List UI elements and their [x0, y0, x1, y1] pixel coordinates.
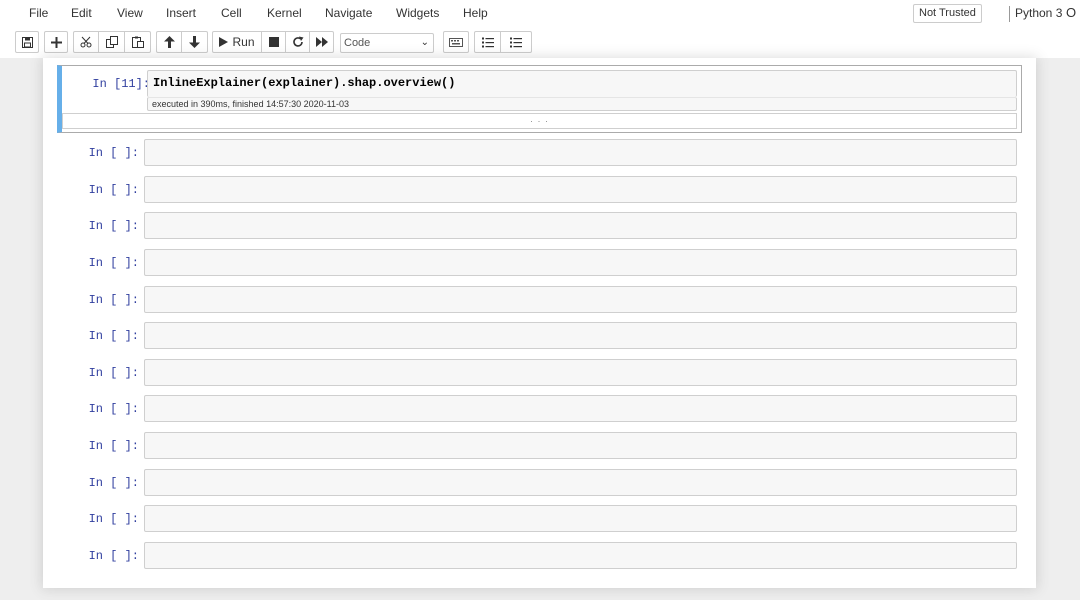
cell-prompt: In [ ]: [88, 402, 139, 416]
save-icon [21, 36, 33, 48]
menu-file[interactable]: File [29, 6, 48, 20]
cut-button[interactable] [73, 31, 99, 53]
code-input[interactable] [144, 249, 1017, 276]
save-button[interactable] [15, 31, 39, 53]
arrow-up-icon [163, 36, 175, 48]
menubar: File Edit View Insert Cell Kernel Naviga… [0, 0, 1080, 28]
menu-insert[interactable]: Insert [166, 6, 196, 20]
play-icon [219, 37, 229, 47]
kernel-divider [1009, 6, 1010, 22]
kernel-status-indicator: O [1066, 5, 1077, 20]
trust-status-button[interactable]: Not Trusted [913, 4, 982, 23]
menu-kernel[interactable]: Kernel [267, 6, 302, 20]
list-icon [510, 37, 522, 48]
code-input[interactable] [144, 139, 1017, 166]
command-palette-button[interactable] [443, 31, 469, 53]
toc-numbered-button[interactable] [474, 31, 501, 53]
code-input[interactable] [144, 505, 1017, 532]
code-input[interactable] [144, 432, 1017, 459]
paste-icon [131, 36, 144, 48]
cell-prompt: In [ ]: [88, 293, 139, 307]
menu-edit[interactable]: Edit [71, 6, 92, 20]
run-label: Run [232, 35, 255, 49]
stop-icon [268, 37, 279, 47]
code-source: InlineExplainer(explainer).shap.overview… [153, 76, 456, 90]
menu-widgets[interactable]: Widgets [396, 6, 439, 20]
move-up-button[interactable] [156, 31, 182, 53]
cell-prompt: In [ ]: [88, 549, 139, 563]
code-input[interactable] [144, 176, 1017, 203]
copy-button[interactable] [99, 31, 125, 53]
copy-icon [105, 36, 118, 48]
code-input[interactable] [144, 322, 1017, 349]
list-numbered-icon [481, 37, 494, 48]
keyboard-icon [449, 37, 463, 47]
restart-run-all-button[interactable] [310, 31, 334, 53]
code-input[interactable] [144, 469, 1017, 496]
notebook-container: In [11]: InlineExplainer(explainer).shap… [43, 58, 1036, 588]
cell-prompt: In [ ]: [88, 476, 139, 490]
cell-prompt: In [ ]: [88, 366, 139, 380]
move-down-button[interactable] [182, 31, 208, 53]
code-input[interactable] [144, 286, 1017, 313]
cell-type-select[interactable]: Code ⌄ [340, 33, 434, 53]
code-input[interactable] [144, 212, 1017, 239]
menu-navigate[interactable]: Navigate [325, 6, 372, 20]
menu-cell[interactable]: Cell [221, 6, 242, 20]
paste-button[interactable] [125, 31, 151, 53]
chevron-down-icon: ⌄ [420, 37, 429, 48]
selected-code-cell[interactable]: In [11]: InlineExplainer(explainer).shap… [57, 65, 1022, 133]
execution-time: executed in 390ms, finished 14:57:30 202… [152, 99, 349, 109]
cell-prompt: In [ ]: [88, 329, 139, 343]
fast-forward-icon [315, 37, 328, 47]
restart-icon [292, 36, 304, 48]
execution-info-bar: executed in 390ms, finished 14:57:30 202… [147, 97, 1017, 111]
menu-view[interactable]: View [117, 6, 143, 20]
code-input[interactable] [144, 542, 1017, 569]
toc-button[interactable] [501, 31, 532, 53]
collapsed-output[interactable]: · · · [62, 113, 1017, 129]
run-button[interactable]: Run [212, 31, 262, 53]
cell-prompt: In [11]: [92, 77, 150, 91]
kernel-name[interactable]: Python 3 [1015, 6, 1062, 20]
cell-prompt: In [ ]: [88, 256, 139, 270]
cell-prompt: In [ ]: [88, 439, 139, 453]
code-input[interactable] [144, 395, 1017, 422]
arrow-down-icon [189, 36, 200, 48]
restart-button[interactable] [286, 31, 310, 53]
insert-cell-button[interactable] [44, 31, 68, 53]
menu-help[interactable]: Help [463, 6, 488, 20]
scissors-icon [80, 36, 92, 48]
plus-icon [50, 36, 62, 48]
interrupt-button[interactable] [262, 31, 286, 53]
cell-prompt: In [ ]: [88, 183, 139, 197]
cell-prompt: In [ ]: [88, 219, 139, 233]
cell-prompt: In [ ]: [88, 146, 139, 160]
code-input[interactable]: InlineExplainer(explainer).shap.overview… [147, 70, 1017, 97]
cell-prompt: In [ ]: [88, 512, 139, 526]
code-input[interactable] [144, 359, 1017, 386]
toolbar: Run [0, 28, 1080, 58]
cell-type-value: Code [344, 37, 371, 49]
